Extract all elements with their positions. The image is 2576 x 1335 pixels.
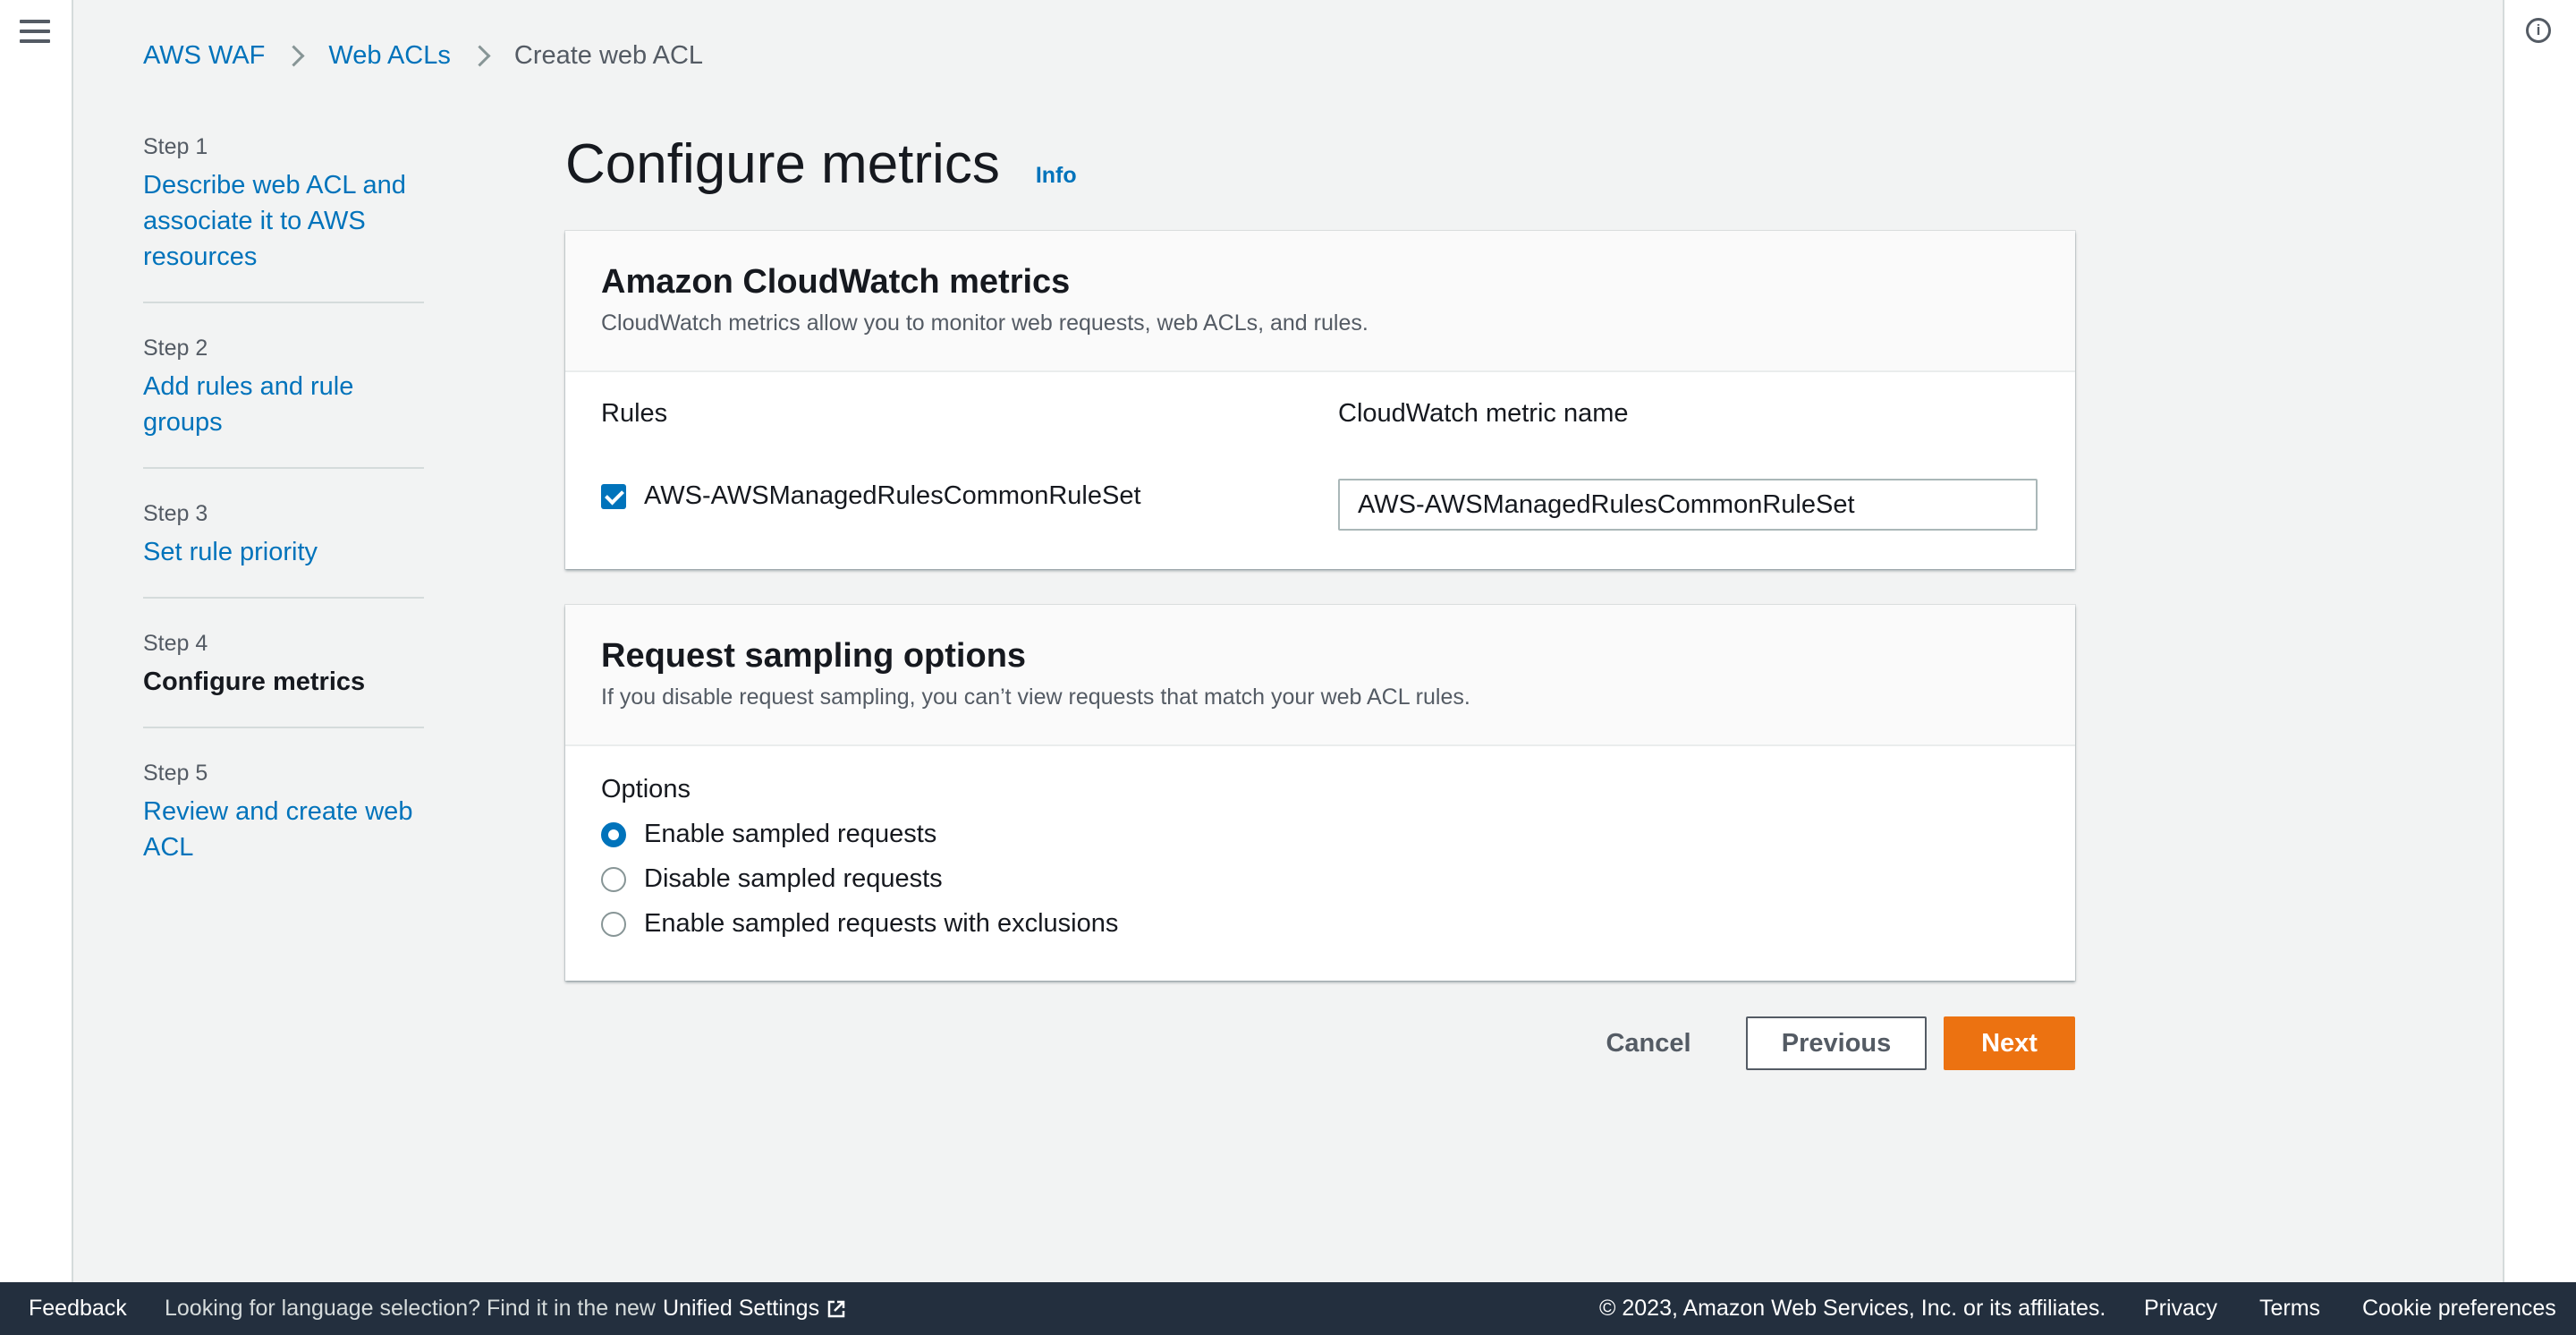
step-item-1: Step 1 Describe web ACL and associate it… (143, 134, 424, 303)
step-item-2: Step 2 Add rules and rule groups (143, 336, 424, 469)
step-item-3: Step 3 Set rule priority (143, 501, 424, 599)
terms-link[interactable]: Terms (2259, 1296, 2320, 1322)
panel-title: Amazon CloudWatch metrics (601, 263, 1071, 301)
radio-label: Disable sampled requests (644, 864, 943, 893)
language-notice-text: Looking for language selection? Find it … (165, 1296, 656, 1321)
privacy-link[interactable]: Privacy (2144, 1296, 2217, 1322)
radio-button[interactable] (601, 911, 626, 937)
step-number: Step 2 (143, 336, 208, 361)
info-circle-icon[interactable]: i (2526, 18, 2551, 43)
breadcrumb-web-acls[interactable]: Web ACLs (328, 41, 450, 71)
step-number: Step 3 (143, 501, 208, 526)
step-link-describe-web-acl[interactable]: Describe web ACL and associate it to AWS… (143, 167, 424, 275)
panel-title: Request sampling options (601, 637, 1027, 675)
cancel-button[interactable]: Cancel (1583, 1016, 1714, 1070)
page-header: Configure metrics Info (565, 132, 1077, 196)
request-sampling-panel: Request sampling options If you disable … (565, 605, 2075, 981)
right-tools-rail: i (2503, 0, 2576, 1282)
step-current-configure-metrics: Configure metrics (143, 668, 366, 696)
rules-column-header: Rules (601, 399, 668, 428)
left-nav-rail (0, 0, 73, 1282)
rule-name-label: AWS-AWSManagedRulesCommonRuleSet (644, 481, 1141, 510)
radio-button[interactable] (601, 866, 626, 892)
info-link[interactable]: Info (1036, 163, 1077, 189)
step-number: Step 5 (143, 761, 208, 786)
step-item-4: Step 4 Configure metrics (143, 631, 424, 728)
cookie-preferences-link[interactable]: Cookie preferences (2362, 1296, 2556, 1322)
breadcrumb-aws-waf[interactable]: AWS WAF (143, 41, 265, 71)
cloudwatch-metrics-panel: Amazon CloudWatch metrics CloudWatch met… (565, 231, 2075, 569)
step-item-5: Step 5 Review and create web ACL (143, 761, 424, 892)
page-title: Configure metrics (565, 133, 1000, 195)
chevron-right-icon (469, 45, 491, 67)
radio-disable-sampled[interactable]: Disable sampled requests (601, 864, 943, 894)
radio-label: Enable sampled requests with exclusions (644, 909, 1119, 938)
radio-enable-sampled[interactable]: Enable sampled requests (601, 820, 936, 849)
unified-settings-link[interactable]: Unified Settings (663, 1296, 819, 1322)
rule-checkbox[interactable] (601, 484, 626, 509)
step-link-set-rule-priority[interactable]: Set rule priority (143, 534, 424, 570)
wizard-steps-nav: Step 1 Describe web ACL and associate it… (143, 134, 424, 924)
options-label: Options (601, 775, 691, 804)
copyright-text: © 2023, Amazon Web Services, Inc. or its… (1599, 1296, 2106, 1321)
radio-enable-with-exclusions[interactable]: Enable sampled requests with exclusions (601, 909, 1118, 939)
panel-header: Request sampling options If you disable … (565, 605, 2075, 746)
external-link-icon[interactable] (826, 1299, 846, 1319)
breadcrumb: AWS WAF Web ACLs Create web ACL (143, 41, 703, 71)
previous-button[interactable]: Previous (1746, 1016, 1927, 1070)
step-link-add-rules[interactable]: Add rules and rule groups (143, 369, 424, 440)
language-notice: Looking for language selection? Find it … (165, 1296, 846, 1322)
feedback-link[interactable]: Feedback (29, 1296, 127, 1322)
panel-description: If you disable request sampling, you can… (601, 685, 1470, 710)
step-link-review-create[interactable]: Review and create web ACL (143, 794, 424, 865)
radio-button-selected[interactable] (601, 821, 626, 847)
step-number: Step 4 (143, 631, 208, 656)
breadcrumb-create-web-acl: Create web ACL (513, 41, 704, 70)
radio-label: Enable sampled requests (644, 820, 937, 848)
next-button[interactable]: Next (1944, 1016, 2075, 1070)
metric-name-input[interactable] (1338, 479, 2038, 531)
metric-name-column-header: CloudWatch metric name (1338, 399, 1629, 428)
step-number: Step 1 (143, 134, 208, 159)
hamburger-menu-icon[interactable] (20, 20, 50, 47)
footer: Feedback Looking for language selection?… (0, 1282, 2576, 1335)
chevron-right-icon (283, 45, 305, 67)
panel-description: CloudWatch metrics allow you to monitor … (601, 310, 1368, 336)
panel-header: Amazon CloudWatch metrics CloudWatch met… (565, 231, 2075, 372)
